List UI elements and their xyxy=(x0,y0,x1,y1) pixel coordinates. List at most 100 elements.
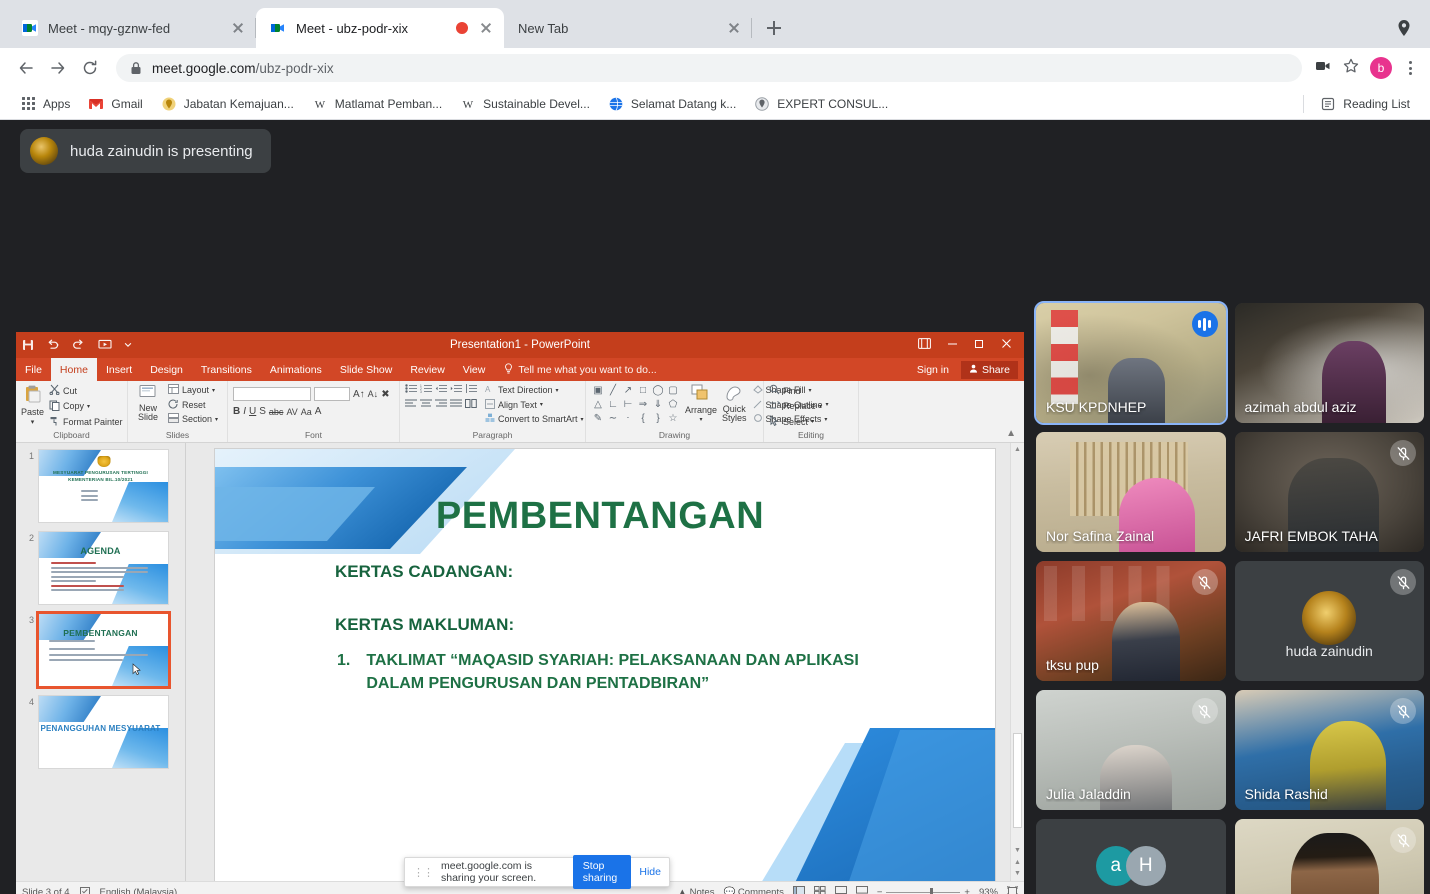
align-left-icon[interactable] xyxy=(405,399,417,410)
stop-sharing-button[interactable]: Stop sharing xyxy=(572,855,632,889)
shape-connector-icon[interactable]: ⊢ xyxy=(624,399,633,410)
justify-icon[interactable] xyxy=(450,399,462,410)
ribbon-tab-animations[interactable]: Animations xyxy=(261,358,331,381)
underline-button[interactable]: U xyxy=(249,406,256,417)
forward-icon[interactable] xyxy=(44,54,72,82)
notes-button[interactable]: ▲ Notes xyxy=(678,887,715,894)
shape-freeform-icon[interactable]: ✎ xyxy=(594,413,602,424)
chevron-down-icon[interactable]: ▾ xyxy=(31,418,35,426)
participant-tile-ksu-kpdnhep[interactable]: KSU KPDNHEP xyxy=(1034,301,1228,425)
arrange-button[interactable]: Arrange ▾ xyxy=(685,384,717,423)
ribbon-display-options-icon[interactable] xyxy=(918,338,931,352)
slide-vertical-scrollbar[interactable]: ▲ ▼ ▲ ▼ xyxy=(1010,443,1024,881)
browser-tab-1[interactable]: Meet - mqy-gznw-fed xyxy=(8,8,256,48)
collapse-ribbon-icon[interactable]: ▲ xyxy=(1006,428,1024,442)
align-right-icon[interactable] xyxy=(435,399,447,410)
shape-arrow-down-icon[interactable]: ⇓ xyxy=(654,399,662,410)
increase-indent-icon[interactable] xyxy=(450,384,462,395)
slide-editing-pane[interactable]: PEMBENTANGAN KERTAS CADANGAN: KERTAS MAK… xyxy=(186,443,1024,893)
slide-thumbnail-3[interactable]: PEMBENTANGAN xyxy=(36,611,171,689)
shape-roundrect-icon[interactable]: ▢ xyxy=(668,385,677,396)
chevron-down-icon[interactable]: ▾ xyxy=(215,416,218,423)
bullets-icon[interactable] xyxy=(405,384,417,395)
shape-textbox-icon[interactable]: ▣ xyxy=(593,385,602,396)
slide-thumbnail-4[interactable]: PENANGGUHAN MESYUARAT xyxy=(38,695,169,769)
participant-tile-you[interactable]: You xyxy=(1234,819,1424,894)
chevron-down-icon[interactable]: ▾ xyxy=(581,416,584,423)
paste-button[interactable]: Paste ▾ xyxy=(21,384,44,426)
redo-icon[interactable] xyxy=(72,339,86,351)
chevron-down-icon[interactable]: ▾ xyxy=(212,387,215,394)
profile-pin-icon[interactable] xyxy=(1394,18,1414,38)
chevron-down-icon[interactable]: ▾ xyxy=(556,387,559,394)
ribbon-tab-transitions[interactable]: Transitions xyxy=(192,358,261,381)
shape-curve-icon[interactable]: ∼ xyxy=(609,413,617,424)
numbering-icon[interactable]: 123 xyxy=(420,384,432,395)
shape-arrow-right-icon[interactable]: ⇒ xyxy=(639,399,647,410)
chevron-down-icon[interactable]: ▾ xyxy=(699,416,702,423)
ribbon-tab-design[interactable]: Design xyxy=(141,358,192,381)
back-icon[interactable] xyxy=(12,54,40,82)
shape-elbow-icon[interactable]: ∟ xyxy=(608,399,618,410)
slide-sorter-icon[interactable] xyxy=(813,886,826,894)
profile-avatar[interactable]: b xyxy=(1370,57,1392,79)
customize-qat-icon[interactable] xyxy=(124,341,132,349)
fit-slide-icon[interactable] xyxy=(1006,885,1019,894)
chevron-down-icon[interactable]: ▾ xyxy=(87,403,90,410)
shape-oval-icon[interactable]: ◯ xyxy=(652,385,663,396)
thumbnail-row[interactable]: 3 PEMBENTANGAN xyxy=(24,611,185,689)
new-slide-button[interactable]: New Slide xyxy=(133,384,163,423)
section-button[interactable]: Section ▾ xyxy=(168,413,218,425)
ribbon-tab-insert[interactable]: Insert xyxy=(97,358,141,381)
undo-icon[interactable] xyxy=(46,339,60,351)
cut-button[interactable]: Cut xyxy=(49,384,123,397)
previous-slide-icon[interactable]: ▲ xyxy=(1014,859,1022,867)
select-button[interactable]: Select ▾ xyxy=(769,414,822,428)
reading-view-icon[interactable] xyxy=(834,886,847,894)
browser-tab-2[interactable]: Meet - ubz-podr-xix xyxy=(256,8,504,48)
bookmark-apps[interactable]: Apps xyxy=(12,92,78,116)
layout-button[interactable]: Layout ▾ xyxy=(168,384,218,396)
participant-tile-azimah-abdul-aziz[interactable]: azimah abdul aziz xyxy=(1234,303,1424,423)
camera-icon[interactable] xyxy=(1314,57,1332,80)
participant-tile-huda-zainudin[interactable]: huda zainudin xyxy=(1234,561,1424,681)
scroll-up-icon[interactable]: ▲ xyxy=(1014,446,1022,454)
align-text-button[interactable]: Align Text ▾ xyxy=(485,398,584,411)
decrease-indent-icon[interactable] xyxy=(435,384,447,395)
address-bar[interactable]: meet.google.com/ubz-podr-xix xyxy=(116,54,1302,82)
font-size-select[interactable] xyxy=(314,387,350,401)
ribbon-tab-view[interactable]: View xyxy=(454,358,495,381)
next-slide-icon[interactable]: ▼ xyxy=(1014,870,1022,878)
participant-tile-tksu-pup[interactable]: tksu pup xyxy=(1036,561,1226,681)
shape-brace-right-icon[interactable]: } xyxy=(656,413,659,424)
tab-close-icon[interactable] xyxy=(478,20,494,36)
chevron-down-icon[interactable]: ▾ xyxy=(811,418,814,425)
bold-button[interactable]: B xyxy=(233,406,240,417)
participant-tile-shida-rashid[interactable]: Shida Rashid xyxy=(1234,690,1424,810)
font-color-button[interactable]: A xyxy=(315,406,322,417)
slide-thumbnail-pane[interactable]: 1 MESYUARAT PENGURUSAN TERTINGGI KEMENTE… xyxy=(16,443,186,881)
minimize-icon[interactable] xyxy=(947,338,958,352)
language-indicator[interactable]: English (Malaysia) xyxy=(100,887,178,894)
recording-indicator-icon[interactable] xyxy=(456,22,468,34)
bookmark-matlamat[interactable]: W Matlamat Pemban... xyxy=(304,92,450,116)
start-slideshow-icon[interactable] xyxy=(98,339,112,351)
format-painter-button[interactable]: Format Painter xyxy=(49,415,123,428)
thumbnail-row[interactable]: 1 MESYUARAT PENGURUSAN TERTINGGI KEMENTE… xyxy=(24,449,185,523)
ribbon-tab-home[interactable]: Home xyxy=(50,358,97,381)
find-button[interactable]: Find xyxy=(769,384,822,397)
scrollbar-thumb[interactable] xyxy=(1013,733,1022,828)
shape-triangle-icon[interactable]: △ xyxy=(594,399,602,410)
slide-thumbnail-2[interactable]: AGENDA xyxy=(38,531,169,605)
shapes-gallery[interactable]: ▣ ╱ ↗ □ ◯ ▢ △ ∟ ⊢ ⇒ ⇓ ⬠ ✎ ∼ ⋅ {} ☆ xyxy=(591,384,680,425)
line-spacing-icon[interactable] xyxy=(465,384,477,395)
replace-button[interactable]: Replace ▾ xyxy=(769,400,822,413)
slideshow-icon[interactable] xyxy=(855,886,868,894)
participant-tile-julia-jaladdin[interactable]: Julia Jaladdin xyxy=(1036,690,1226,810)
shape-line-icon[interactable]: ╱ xyxy=(610,385,616,396)
shape-pentagon-icon[interactable]: ⬠ xyxy=(669,399,678,410)
new-tab-button[interactable] xyxy=(760,14,788,42)
shadow-button[interactable]: S xyxy=(259,406,266,417)
current-slide[interactable]: PEMBENTANGAN KERTAS CADANGAN: KERTAS MAK… xyxy=(215,449,995,893)
tab-close-icon[interactable] xyxy=(230,20,246,36)
